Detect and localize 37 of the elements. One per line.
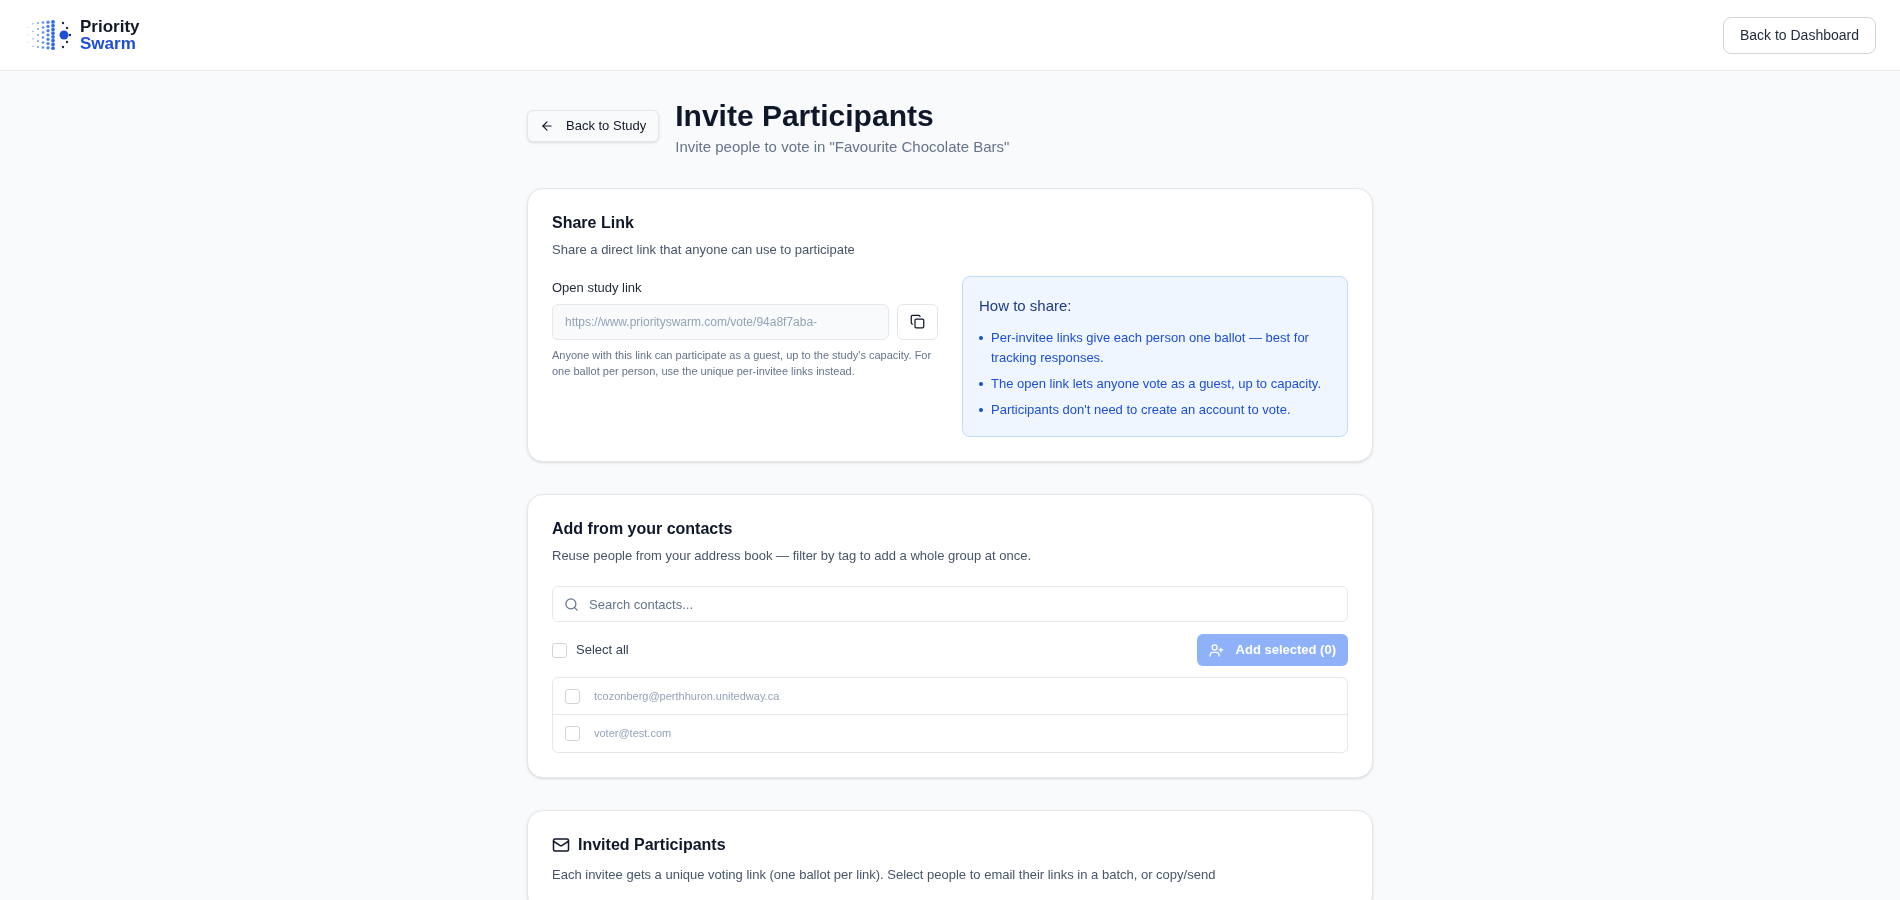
contact-row[interactable]: tcozonberg@perthhuron.unitedway.ca — [553, 678, 1347, 715]
bullet-icon — [979, 335, 983, 340]
logo-text: Priority — [80, 18, 140, 35]
bullet-icon — [979, 381, 983, 386]
user-plus-icon — [1208, 642, 1224, 658]
bullet-icon — [979, 407, 983, 412]
checkbox[interactable] — [565, 688, 580, 704]
card-description: Each invitee gets a unique voting link (one ballot per link). Select people to email their links in a batch, or copy/send — [552, 866, 1217, 884]
checkbox[interactable] — [565, 726, 580, 741]
search-icon — [564, 597, 579, 612]
study-link-field[interactable]: https://www.priorityswarm.com/vote/94a8f7aba- — [552, 303, 889, 340]
arrow-left-icon — [540, 119, 554, 133]
copy-icon — [910, 314, 925, 329]
tip-text: Per-invitee links give each person one ballot — best for tracking responses. — [991, 328, 1310, 367]
field-label: Open study link — [552, 279, 643, 297]
contact-email: voter@test.com — [594, 726, 672, 742]
help-text: Anyone with this link can participate as a guest, up to the study's capacity. For one ballot per person, use the unique per-invitee links instead. — [552, 347, 933, 379]
card-title: Share Link — [552, 212, 635, 233]
back-to-dashboard-button[interactable]: Back to Dashboard — [1722, 16, 1876, 54]
card-title: Add from your contacts — [552, 518, 734, 539]
panel-title: How to share: — [979, 296, 1073, 316]
tip-text: Participants don't need to create an account to vote. — [991, 400, 1291, 419]
mail-icon — [552, 836, 570, 854]
copy-button[interactable] — [897, 303, 938, 340]
page-title: Invite Participants — [675, 98, 935, 134]
page-subtitle: Invite people to vote in "Favourite Chocolate Bars" — [675, 137, 1010, 157]
card-description: Reuse people from your address book — filter by tag to add a whole group at once. — [552, 546, 1033, 565]
contact-row[interactable]: voter@test.com — [553, 715, 1347, 752]
search-field[interactable]: Search contacts... — [552, 586, 1348, 622]
logo-text: Swarm — [80, 35, 136, 52]
contact-email: tcozonberg@perthhuron.unitedway.ca — [594, 688, 780, 704]
tip-text: The open link lets anyone vote as a guest, up to capacity. — [991, 374, 1322, 393]
card-title: Invited Participants — [578, 835, 726, 855]
checkbox[interactable] — [552, 642, 567, 658]
card-description: Share a direct link that anyone can use to participate — [552, 240, 856, 259]
back-to-study-button[interactable]: Back to Study — [527, 110, 660, 142]
select-all-label: Select all — [576, 641, 629, 660]
